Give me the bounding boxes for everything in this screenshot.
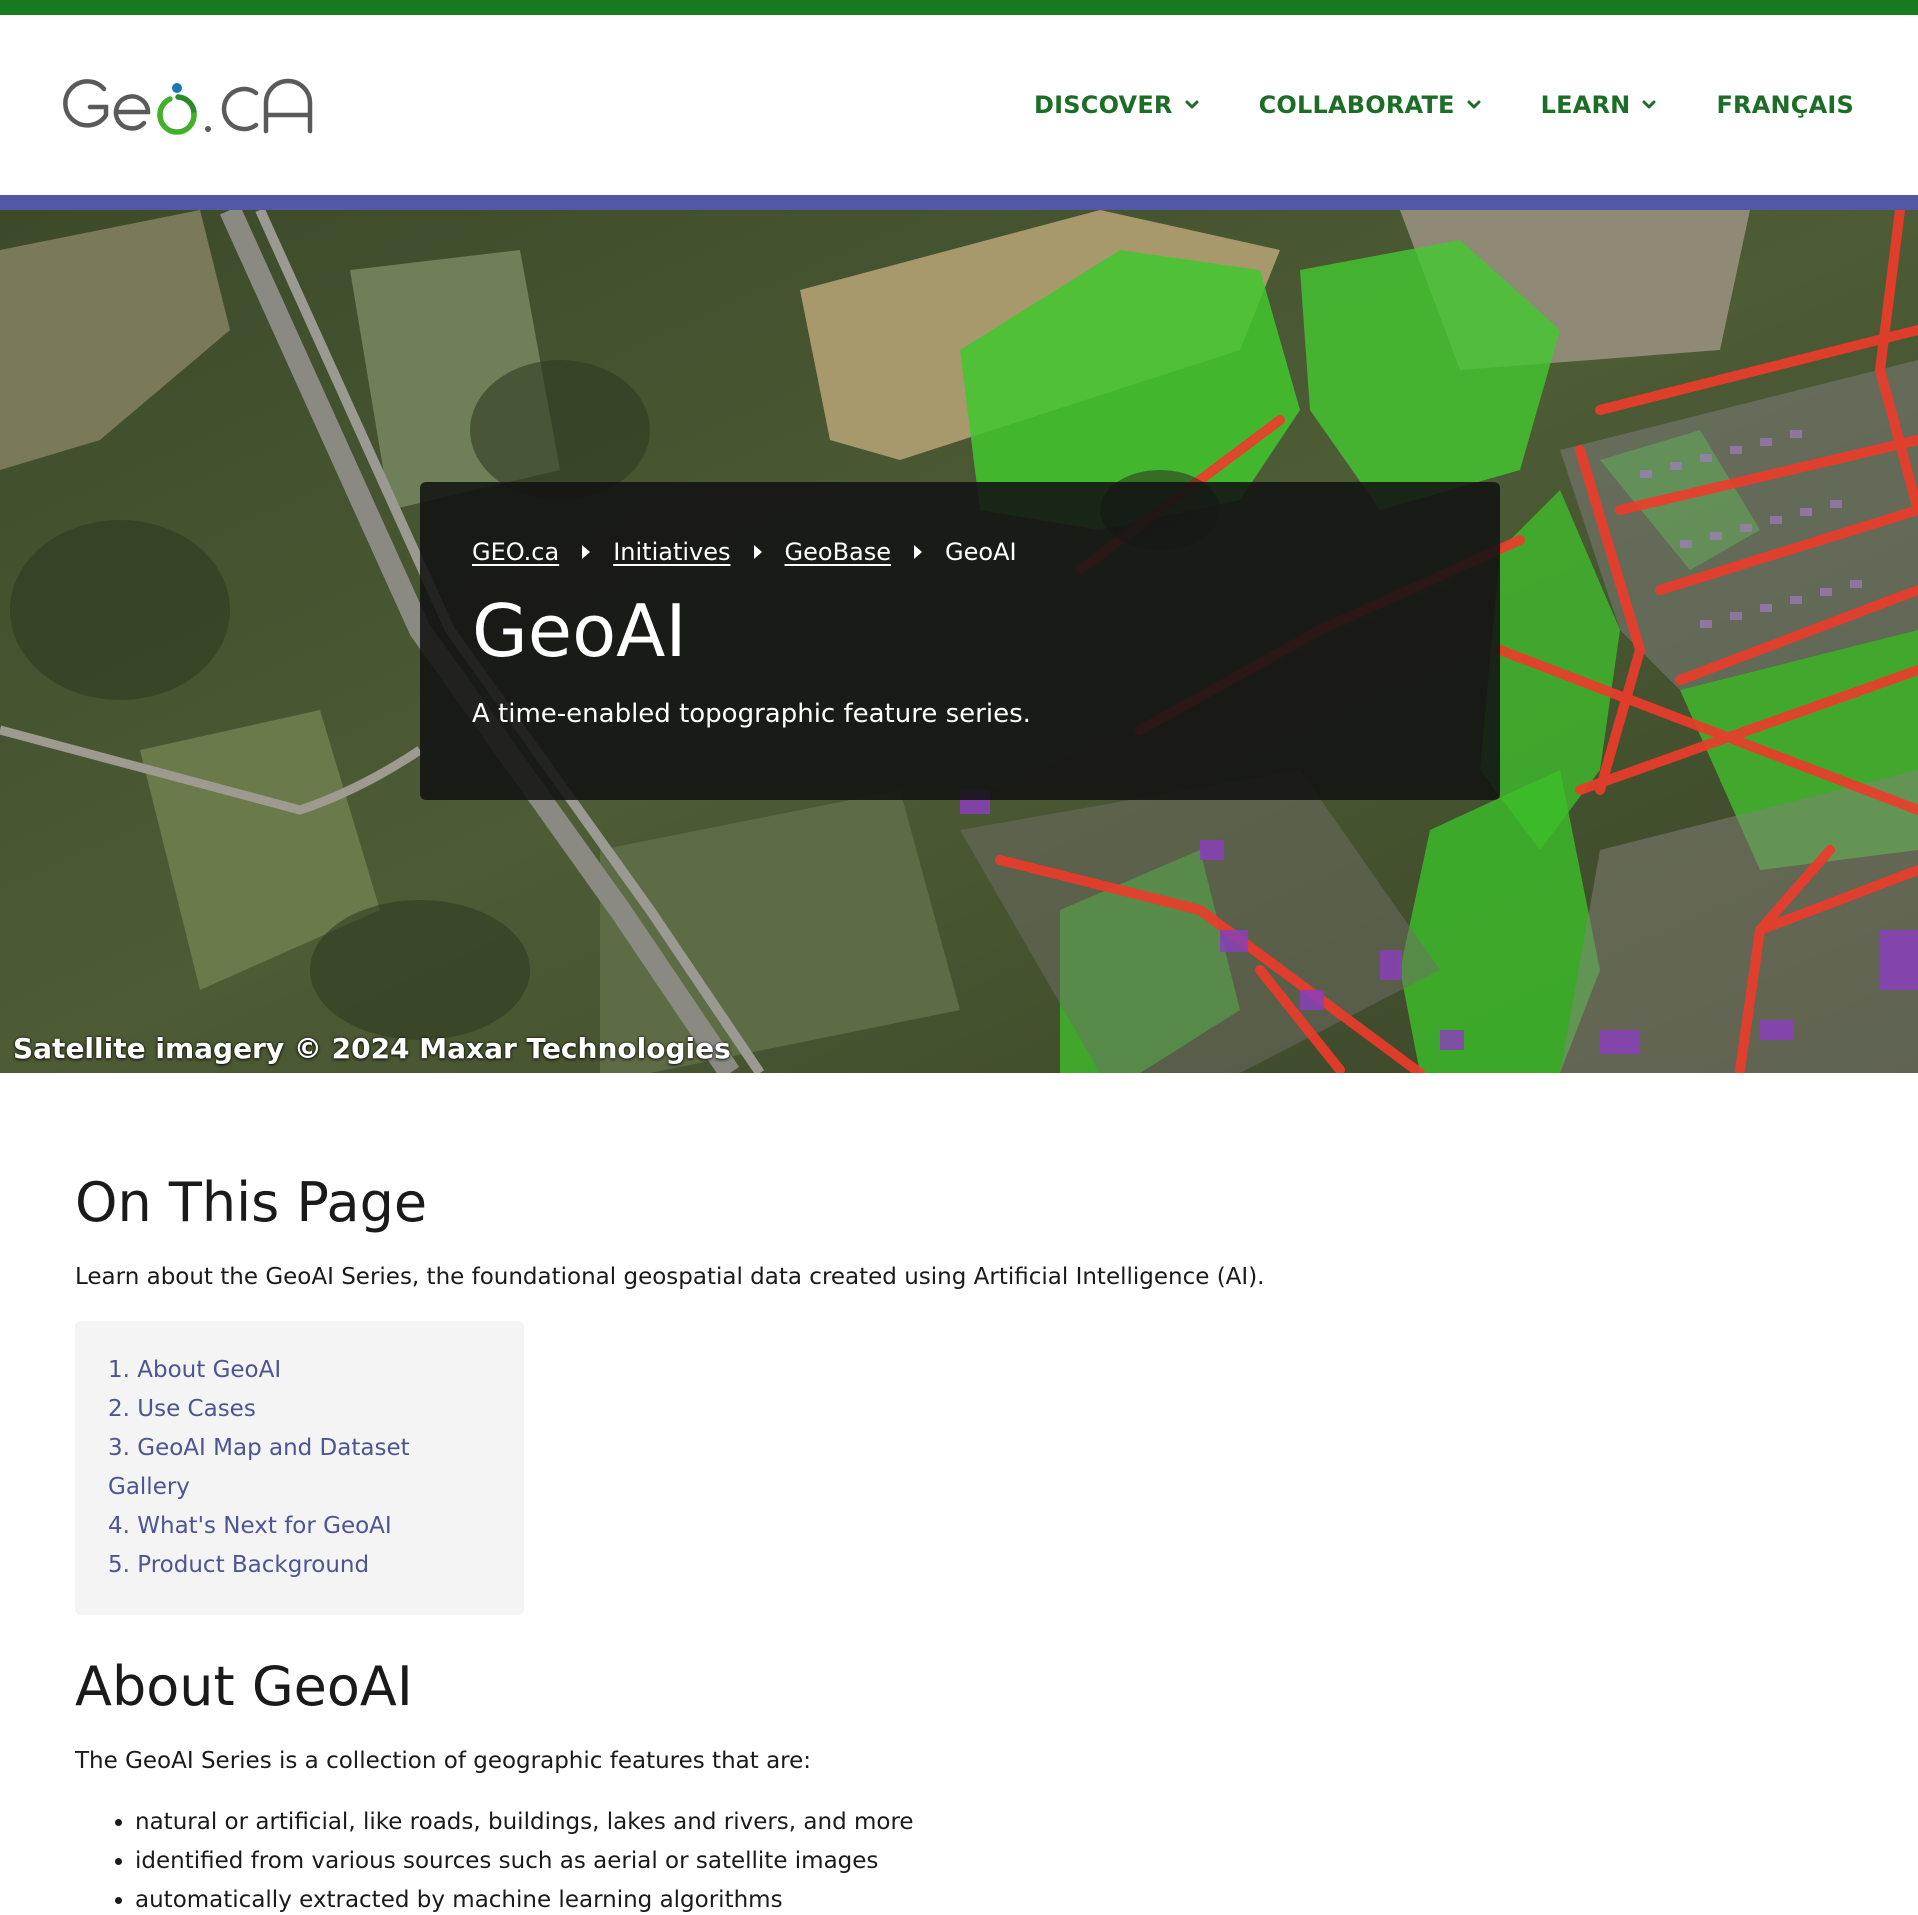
accent-divider (0, 195, 1918, 210)
main-nav: DISCOVER COLLABORATE LEARN FRANÇAIS (976, 91, 1854, 119)
nav-discover[interactable]: DISCOVER (1034, 91, 1201, 119)
toc-item-gallery[interactable]: 3. GeoAI Map and Dataset Gallery (108, 1429, 494, 1507)
caret-right-icon (753, 545, 762, 559)
chevron-down-icon (1642, 100, 1656, 109)
chevron-down-icon (1467, 100, 1481, 109)
nav-collaborate-label: COLLABORATE (1258, 91, 1455, 119)
list-item: automatically extracted by machine learn… (135, 1881, 1843, 1915)
chevron-down-icon (1185, 100, 1199, 109)
table-of-contents: 1. About GeoAI 2. Use Cases 3. GeoAI Map… (75, 1320, 524, 1615)
geo-ca-logo[interactable] (60, 65, 320, 145)
nav-learn-label: LEARN (1540, 91, 1631, 119)
caret-right-icon (582, 545, 591, 559)
list-item: natural or artificial, like roads, build… (135, 1803, 1843, 1842)
page-subtitle: A time-enabled topographic feature serie… (472, 699, 1031, 730)
breadcrumb-geobase[interactable]: GeoBase (785, 538, 892, 566)
caret-right-icon (914, 545, 923, 559)
page-title: GeoAI (472, 589, 687, 673)
hero-card: GEO.ca Initiatives GeoBase GeoAI GeoAI A… (420, 482, 1500, 800)
nav-language-label: FRANÇAIS (1716, 91, 1854, 119)
breadcrumb-initiatives[interactable]: Initiatives (613, 538, 730, 566)
geo-ca-logo-mark (63, 78, 313, 135)
about-intro: The GeoAI Series is a collection of geog… (75, 1748, 812, 1775)
nav-language-toggle[interactable]: FRANÇAIS (1716, 91, 1854, 119)
breadcrumb: GEO.ca Initiatives GeoBase GeoAI (472, 538, 1448, 566)
list-item: identified from various sources such as … (135, 1842, 1843, 1881)
nav-discover-label: DISCOVER (1034, 91, 1173, 119)
nav-collaborate[interactable]: COLLABORATE (1259, 91, 1483, 119)
on-this-page-heading: On This Page (75, 1171, 428, 1234)
toc-item-background[interactable]: 5. Product Background (108, 1546, 494, 1585)
toc-item-whats-next[interactable]: 4. What's Next for GeoAI (108, 1507, 494, 1546)
on-this-page-intro: Learn about the GeoAI Series, the founda… (75, 1264, 1265, 1291)
about-bullet-list: natural or artificial, like roads, build… (75, 1803, 1843, 1915)
top-brand-stripe (0, 0, 1918, 15)
nav-learn[interactable]: LEARN (1541, 91, 1659, 119)
hero-banner: GEO.ca Initiatives GeoBase GeoAI GeoAI A… (0, 210, 1918, 1073)
breadcrumb-current-geoai: GeoAI (945, 538, 1017, 566)
main-content: On This Page Learn about the GeoAI Serie… (0, 1073, 1918, 1915)
toc-item-about[interactable]: 1. About GeoAI (108, 1351, 494, 1390)
toc-item-use-cases[interactable]: 2. Use Cases (108, 1390, 494, 1429)
imagery-credit: Satellite imagery © 2024 Maxar Technolog… (13, 1032, 731, 1065)
about-heading: About GeoAI (75, 1654, 413, 1718)
site-header: DISCOVER COLLABORATE LEARN FRANÇAIS (0, 15, 1918, 195)
breadcrumb-geo-ca[interactable]: GEO.ca (472, 538, 559, 566)
